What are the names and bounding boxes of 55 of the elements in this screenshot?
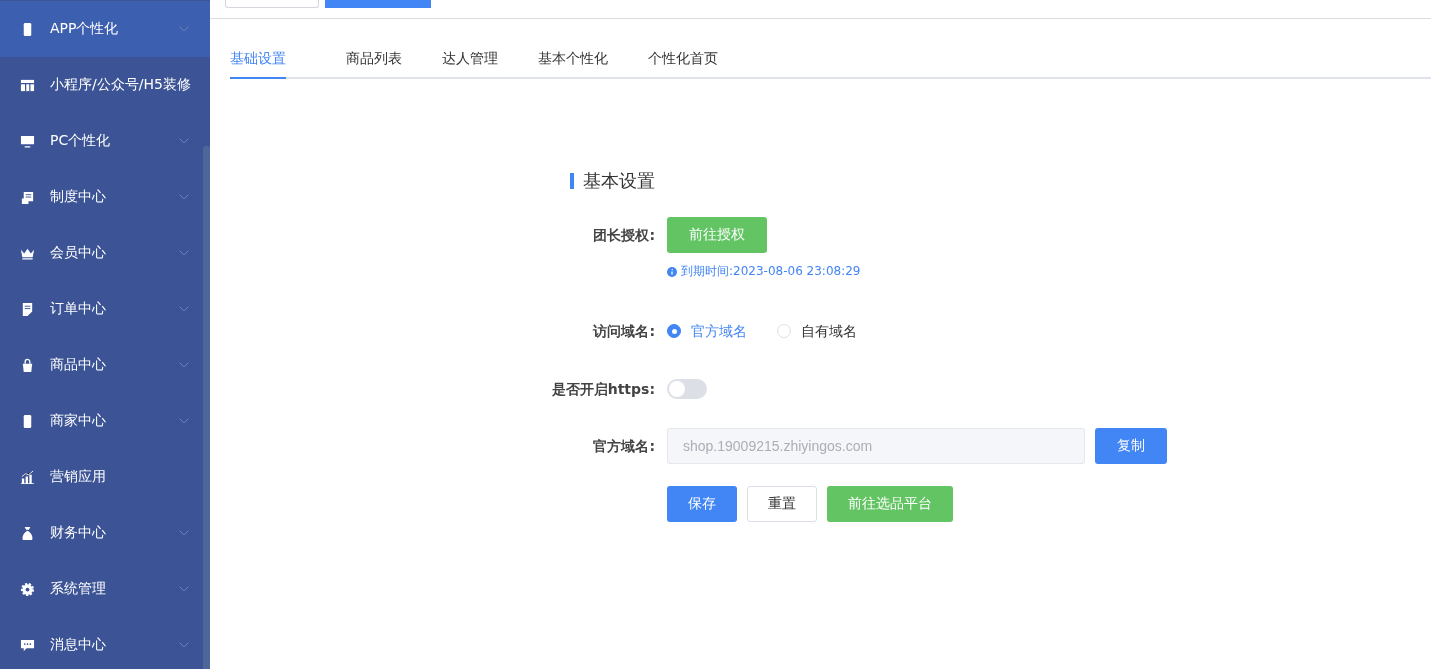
radio-label[interactable]: 自有域名 xyxy=(801,313,857,349)
sidebar-label: 营销应用 xyxy=(50,468,107,486)
form-label: 访问域名: xyxy=(591,322,656,341)
monitor-icon xyxy=(20,133,35,149)
sidebar-item[interactable]: 系统管理 xyxy=(0,561,203,617)
sidebar-label: 小程序/公众号/H5装修 xyxy=(50,76,192,94)
sidebar-item[interactable]: 制度中心 xyxy=(0,169,203,225)
info-icon xyxy=(667,266,677,277)
form-label: 是否开启https: xyxy=(550,380,656,399)
sidebar-item[interactable]: 营销应用 xyxy=(0,449,203,505)
tab[interactable]: 达人管理 xyxy=(422,45,518,79)
bag-icon xyxy=(20,357,35,373)
toolbar-button[interactable] xyxy=(325,0,431,8)
form-label: 团长授权: xyxy=(592,226,656,245)
grid-icon xyxy=(20,77,35,93)
sidebar-item[interactable]: APP个性化 xyxy=(0,1,210,57)
accent-bar xyxy=(570,173,574,189)
tab[interactable]: 商品列表 xyxy=(326,45,422,79)
document-icon xyxy=(20,189,35,205)
action-button[interactable]: 保存 xyxy=(667,486,737,522)
sidebar-item[interactable]: 订单中心 xyxy=(0,281,203,337)
action-button[interactable]: 重置 xyxy=(747,486,817,522)
chat-icon xyxy=(20,637,35,653)
sidebar-label: 财务中心 xyxy=(50,524,107,542)
radio-button[interactable] xyxy=(667,324,681,338)
tab[interactable]: 基本个性化 xyxy=(518,45,628,79)
moneybag-icon xyxy=(20,525,35,541)
sidebar-item[interactable]: 会员中心 xyxy=(0,225,203,281)
form-label: 官方域名: xyxy=(592,437,656,456)
note-icon xyxy=(20,301,35,317)
sidebar-label: 订单中心 xyxy=(50,300,107,318)
sidebar-label: 会员中心 xyxy=(50,244,107,262)
sidebar-item[interactable]: 商家中心 xyxy=(0,393,203,449)
sidebar-item[interactable]: 财务中心 xyxy=(0,505,203,561)
expiry-time: 到期时间:2023-08-06 23:08:29 xyxy=(681,263,861,280)
sidebar-label: APP个性化 xyxy=(50,20,120,38)
sidebar-label: 制度中心 xyxy=(50,188,107,206)
sidebar-label: 商品中心 xyxy=(50,356,107,374)
sidebar-item[interactable]: 商品中心 xyxy=(0,337,203,393)
sidebar-item[interactable]: 小程序/公众号/H5装修 xyxy=(0,57,210,113)
sidebar-item[interactable]: 消息中心 xyxy=(0,617,203,669)
gear-icon xyxy=(20,581,35,597)
radio-label[interactable]: 官方域名 xyxy=(691,313,747,349)
sidebar-item[interactable]: PC个性化 xyxy=(0,113,203,169)
sidebar-label: 系统管理 xyxy=(50,580,107,598)
scrollbar[interactable] xyxy=(203,146,210,669)
sidebar-label: PC个性化 xyxy=(50,132,112,150)
sidebar-label: 商家中心 xyxy=(50,412,107,430)
tab[interactable]: 个性化首页 xyxy=(628,45,738,79)
tab[interactable]: 基础设置 xyxy=(230,45,286,79)
https-toggle[interactable] xyxy=(667,379,707,399)
sidebar-label: 消息中心 xyxy=(50,636,107,654)
chart-icon xyxy=(20,469,35,485)
toolbar-button[interactable] xyxy=(225,0,319,8)
section-title: 基本设置 xyxy=(583,169,655,193)
